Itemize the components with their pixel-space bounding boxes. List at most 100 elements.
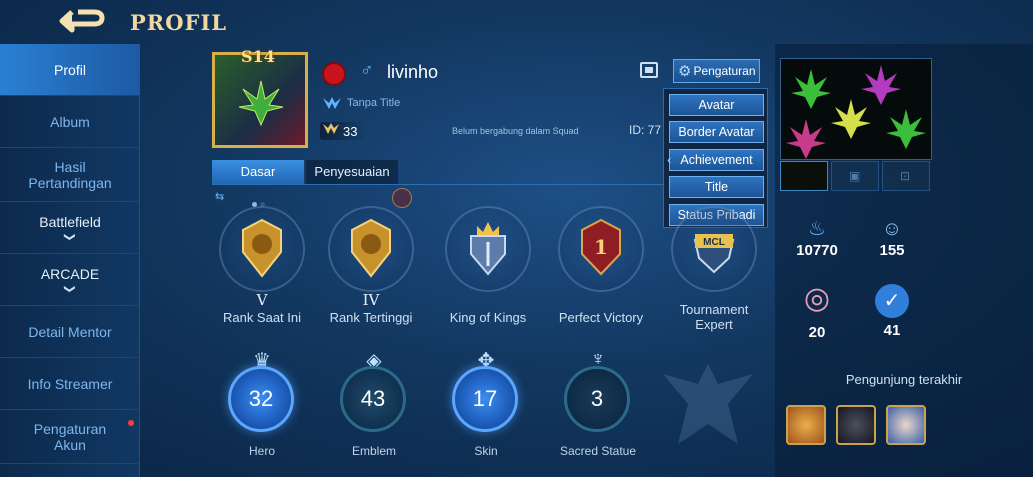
stat-value: 43: [340, 366, 406, 432]
chevron-left-icon: ‹: [667, 152, 672, 167]
stat-sacred-statue[interactable]: ♆ 3 Sacred Statue: [548, 348, 648, 468]
lock-icon: ⊡: [900, 169, 911, 183]
sidebar-item-label: Profil: [54, 61, 86, 78]
stat-label: Skin: [474, 444, 498, 458]
popularity-value: 10770: [796, 242, 838, 259]
level-icon: [322, 123, 340, 138]
tab-penyesuaian[interactable]: Penyesuaian: [306, 160, 398, 184]
sidebar-item-album[interactable]: Album: [0, 96, 140, 148]
player-id: ID: 77: [629, 123, 662, 137]
flame-icon: ♨: [808, 218, 826, 240]
tab-divider: [212, 184, 664, 185]
title-icon: [322, 95, 342, 111]
player-avatar[interactable]: S14: [212, 47, 308, 148]
stat-value: 32: [228, 366, 294, 432]
likes-value: 41: [883, 322, 901, 339]
avatar-thumb-1[interactable]: [780, 161, 828, 191]
male-gender-icon: ♂: [360, 60, 374, 80]
swap-icon[interactable]: ⇆: [215, 190, 224, 203]
page-title: PROFIL: [130, 10, 228, 35]
player-name: livinho: [387, 62, 439, 82]
followers-value: 155: [879, 242, 905, 259]
recent-visitors-label: Pengunjung terakhir: [845, 372, 963, 387]
sidebar: Profil Album Hasil Pertandingan Battlefi…: [0, 44, 140, 477]
friends-icon: ☺: [881, 218, 903, 240]
leaf-avatar-icon: [238, 80, 284, 127]
achievement-tournament-expert[interactable]: MCL Tournament Expert: [659, 206, 769, 332]
achievement-label: Tournament Expert: [679, 302, 749, 332]
sidebar-item-profil[interactable]: Profil: [0, 44, 140, 96]
eagle-watermark-icon: [663, 364, 753, 444]
thumbs-up-icon: ✓: [875, 284, 909, 318]
stat-label: Hero: [248, 444, 275, 458]
rank-division: V: [256, 291, 268, 309]
epic-rank-icon: [351, 218, 391, 278]
tournament-expert-icon: MCL: [693, 234, 735, 274]
stat-label: Emblem: [351, 444, 396, 458]
achievement-king-of-kings[interactable]: King of Kings: [433, 206, 543, 326]
tab-dasar[interactable]: Dasar: [212, 160, 304, 184]
stat-label: Sacred Statue: [559, 444, 637, 458]
svg-text:1: 1: [594, 235, 608, 259]
sidebar-item-pengaturan-akun[interactable]: Pengaturan Akun: [0, 410, 140, 464]
season-badge: S14: [241, 47, 275, 66]
relationship-stat[interactable]: ◎ 20: [782, 274, 852, 341]
popularity-stat: ♨ 10770: [782, 216, 852, 259]
epic-rank-icon: [242, 218, 282, 278]
sidebar-item-info-streamer[interactable]: Info Streamer: [0, 358, 140, 410]
squad-status: Belum bergabung dalam Squad: [452, 126, 579, 136]
stat-hero[interactable]: ♛ 32 Hero: [212, 348, 312, 468]
rank-label: Rank Saat Ini: [222, 310, 302, 325]
back-arrow-icon: [59, 9, 105, 33]
sidebar-item-battlefield[interactable]: Battlefield ❯: [0, 202, 140, 254]
relationship-value: 20: [808, 324, 826, 341]
sidebar-item-detail-mentor[interactable]: Detail Mentor: [0, 306, 140, 358]
selected-avatar-preview[interactable]: [780, 58, 932, 160]
stat-skin[interactable]: ✥ 17 Skin: [436, 348, 536, 468]
rank-label: Rank Tertinggi: [329, 310, 413, 325]
right-panel: ▣ ⊡ ♨ 10770 ☺ 155 ◎ 20 ✓ 41 Pengunjung t…: [775, 44, 1033, 477]
sidebar-item-label: Album: [50, 113, 90, 130]
likes-stat[interactable]: ✓ 41: [857, 284, 927, 339]
profile-main: S14 ♂ livinho Tanpa Title 33 Belum berga…: [140, 44, 775, 477]
stat-emblem[interactable]: ◈ 43 Emblem: [324, 348, 424, 468]
rank-highest[interactable]: IV Rank Tertinggi: [316, 206, 426, 326]
mcl-text: MCL: [703, 237, 725, 248]
back-button[interactable]: [58, 6, 112, 38]
camera-icon: ▣: [849, 169, 861, 183]
menu-item-avatar[interactable]: Avatar: [669, 94, 764, 116]
crest-icon: [392, 188, 412, 208]
stat-value: 17: [452, 366, 518, 432]
share-card-icon[interactable]: [640, 62, 658, 78]
leaf-pattern-icon: [786, 65, 926, 159]
sidebar-item-label: Detail Mentor: [28, 323, 112, 340]
menu-item-border-avatar[interactable]: Border Avatar: [669, 121, 764, 143]
achievement-label: King of Kings: [449, 310, 527, 325]
notification-dot: [128, 420, 134, 426]
sidebar-item-label: Battlefield: [39, 213, 101, 230]
sidebar-item-hasil-pertandingan[interactable]: Hasil Pertandingan: [0, 148, 140, 202]
sidebar-item-label: ARCADE: [40, 265, 100, 282]
settings-button[interactable]: ⚙ Pengaturan: [673, 59, 760, 83]
menu-item-title[interactable]: Title: [669, 176, 764, 198]
sidebar-item-arcade[interactable]: ARCADE ❯: [0, 254, 140, 306]
king-of-kings-icon: [470, 222, 506, 276]
avatar-thumb-3[interactable]: ⊡: [882, 161, 930, 191]
sidebar-item-label: Info Streamer: [27, 375, 113, 392]
sidebar-item-label: Pengaturan Akun: [33, 420, 107, 453]
gear-icon: ⚙: [678, 63, 692, 80]
visitor-avatar-2[interactable]: [836, 405, 876, 445]
visitor-avatar-1[interactable]: [786, 405, 826, 445]
chevron-down-icon: ❯: [64, 283, 76, 294]
avatar-thumb-2[interactable]: ▣: [831, 161, 879, 191]
rank-current[interactable]: V Rank Saat Ini: [207, 206, 317, 326]
stat-value: 3: [564, 366, 630, 432]
rank-division: IV: [362, 291, 380, 309]
visitor-avatar-3[interactable]: [886, 405, 926, 445]
achievement-perfect-victory[interactable]: 1 Perfect Victory: [546, 206, 656, 326]
menu-item-achievement[interactable]: Achievement: [669, 149, 764, 171]
player-level: 33: [343, 124, 358, 139]
chevron-down-icon: ❯: [64, 231, 76, 242]
page-indicator: [252, 194, 268, 207]
perfect-victory-icon: 1: [581, 218, 621, 276]
